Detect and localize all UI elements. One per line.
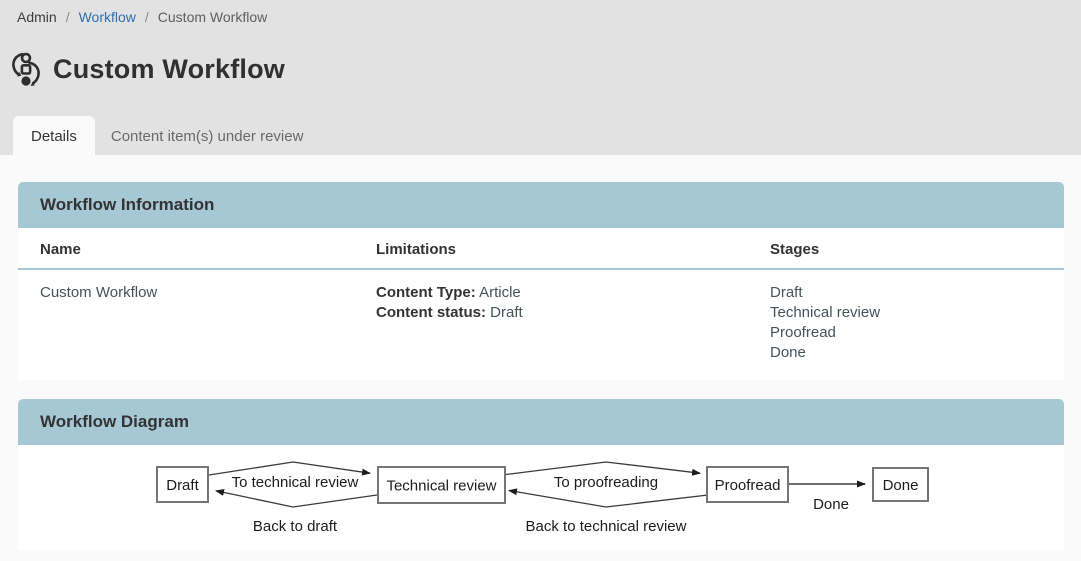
edge-to-proofreading xyxy=(506,462,700,475)
breadcrumb-separator: / xyxy=(145,9,149,25)
stage-item: Proofread xyxy=(770,323,1064,343)
node-label-done: Done xyxy=(883,477,919,494)
page-title: Custom Workflow xyxy=(53,54,285,85)
stage-item: Draft xyxy=(770,283,1064,303)
main-content: Workflow Information Name Limitations St… xyxy=(0,155,1081,550)
edge-back-to-draft xyxy=(216,491,377,507)
limitation-value: Draft xyxy=(490,304,523,321)
limitation-content-type: Content Type: Article xyxy=(376,283,770,303)
breadcrumb: Admin / Workflow / Custom Workflow xyxy=(17,9,267,25)
info-table-header: Name Limitations Stages xyxy=(18,228,1064,270)
edge-label-to-technical-review: To technical review xyxy=(232,474,359,491)
workflow-information-header: Workflow Information xyxy=(18,182,1064,228)
stage-item: Technical review xyxy=(770,303,1064,323)
info-table-row: Custom Workflow Content Type: Article Co… xyxy=(18,270,1064,380)
node-label-draft: Draft xyxy=(166,477,199,494)
tab-content-items-under-review[interactable]: Content item(s) under review xyxy=(95,116,320,155)
limitation-value: Article xyxy=(479,284,521,301)
breadcrumb-item-current: Custom Workflow xyxy=(158,9,267,25)
limitation-label: Content status: xyxy=(376,304,486,321)
section-title: Workflow Information xyxy=(40,195,214,215)
limitation-content-status: Content status: Draft xyxy=(376,303,770,323)
column-header-name: Name xyxy=(40,228,376,268)
workflow-information-section: Workflow Information Name Limitations St… xyxy=(18,182,1064,380)
section-title: Workflow Diagram xyxy=(40,412,189,432)
top-bar: Admin / Workflow / Custom Workflow Custo… xyxy=(0,0,1081,155)
tab-bar: Details Content item(s) under review xyxy=(13,116,319,155)
workflow-diagram-image: Draft Technical review Proofread Done To… xyxy=(18,445,1064,550)
stage-item: Done xyxy=(770,343,1064,363)
breadcrumb-item-workflow[interactable]: Workflow xyxy=(79,9,136,25)
workflow-diagram-section: Workflow Diagram xyxy=(18,399,1064,550)
workflow-icon xyxy=(10,51,42,87)
column-header-limitations: Limitations xyxy=(376,228,770,268)
node-label-technical-review: Technical review xyxy=(386,478,496,495)
workflow-diagram-body: Draft Technical review Proofread Done To… xyxy=(18,445,1064,550)
breadcrumb-item-admin: Admin xyxy=(17,9,57,25)
workflow-information-body: Name Limitations Stages Custom Workflow … xyxy=(18,228,1064,380)
edge-label-back-to-technical-review: Back to technical review xyxy=(526,518,687,535)
limitations-value: Content Type: Article Content status: Dr… xyxy=(376,283,770,363)
node-label-proofread: Proofread xyxy=(715,477,781,494)
page-header: Custom Workflow xyxy=(10,51,285,87)
breadcrumb-separator: / xyxy=(66,9,70,25)
tab-details[interactable]: Details xyxy=(13,116,95,155)
edge-label-back-to-draft: Back to draft xyxy=(253,518,338,535)
edge-back-to-technical-review xyxy=(509,491,708,508)
workflow-name-value: Custom Workflow xyxy=(40,283,376,363)
column-header-stages: Stages xyxy=(770,228,1064,268)
edge-label-done: Done xyxy=(813,496,849,513)
stages-list: Draft Technical review Proofread Done xyxy=(770,283,1064,363)
workflow-diagram-header: Workflow Diagram xyxy=(18,399,1064,445)
edge-label-to-proofreading: To proofreading xyxy=(554,474,658,491)
limitation-label: Content Type: xyxy=(376,284,476,301)
